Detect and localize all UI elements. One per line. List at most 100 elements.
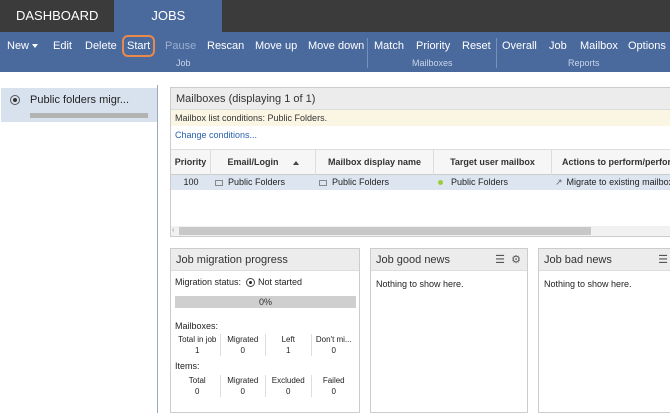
move-down-button[interactable]: Move down	[308, 38, 364, 54]
list-filter-icon[interactable]: ☰	[495, 254, 505, 266]
bad-news-empty: Nothing to show here.	[544, 279, 632, 289]
mailbox-icon	[319, 179, 327, 186]
status-dot-icon	[438, 180, 443, 186]
grid-header: Priority Email/Login Mailbox display nam…	[171, 149, 670, 175]
bad-news-header: Job bad news ☰	[539, 249, 670, 271]
change-conditions-link[interactable]: Change conditions...	[171, 126, 670, 144]
row-action-text: Migrate to existing mailbox	[566, 177, 670, 187]
stat-value: 0	[331, 387, 336, 396]
horizontal-scrollbar[interactable]: ‹	[171, 226, 670, 236]
new-button-label: New	[7, 40, 30, 52]
rescan-button[interactable]: Rescan	[207, 38, 244, 54]
stat-value: 0	[195, 387, 200, 396]
row-target: Public Folders	[438, 175, 552, 190]
items-stats-label: Items:	[175, 361, 200, 371]
stat-left: Left 1	[266, 334, 312, 356]
column-email-label: Email/Login	[227, 157, 279, 167]
bad-news-icons: ☰	[658, 249, 668, 271]
column-display-name[interactable]: Mailbox display name	[316, 150, 434, 175]
toolbar-divider	[367, 38, 368, 68]
job-good-news-panel: Job good news ☰ ⚙ Nothing to show here.	[370, 248, 528, 413]
mailboxes-grid: Priority Email/Login Mailbox display nam…	[171, 149, 670, 190]
column-target-mailbox[interactable]: Target user mailbox	[434, 150, 552, 175]
job-group-label: Job	[176, 58, 191, 68]
row-display-name-text: Public Folders	[332, 177, 390, 187]
stat-value: 1	[195, 346, 200, 355]
radio-selected-icon[interactable]	[10, 95, 20, 105]
job-report-button[interactable]: Job	[549, 38, 567, 54]
stat-label: Left	[281, 335, 295, 344]
stat-items-migrated: Migrated 0	[221, 375, 266, 397]
gear-icon[interactable]: ⚙	[511, 254, 521, 266]
migrate-arrow-icon: ↗	[555, 177, 563, 187]
stat-value: 1	[286, 346, 291, 355]
stat-label: Total in job	[178, 335, 217, 344]
stat-label: Migrated	[227, 376, 259, 385]
status-label: Migration status:	[175, 277, 242, 287]
column-email[interactable]: Email/Login	[211, 150, 316, 175]
job-progress-bar	[30, 113, 148, 118]
new-button[interactable]: New	[7, 38, 39, 54]
mailbox-conditions: Mailbox list conditions: Public Folders.	[171, 110, 670, 126]
stat-items-excluded: Excluded 0	[266, 375, 312, 397]
job-list-item[interactable]: Public folders migr...	[1, 88, 157, 122]
job-bad-news-panel: Job bad news ☰ Nothing to show here.	[538, 248, 670, 413]
row-action: ↗ Migrate to existing mailbox	[555, 175, 670, 190]
edit-button[interactable]: Edit	[53, 38, 72, 54]
sort-ascending-icon	[292, 160, 299, 165]
tab-dashboard[interactable]: DASHBOARD	[0, 0, 114, 32]
list-filter-icon[interactable]: ☰	[658, 254, 668, 266]
mailbox-report-button[interactable]: Mailbox	[580, 38, 618, 54]
bad-news-title: Job bad news	[544, 254, 612, 266]
progress-percent: 0%	[258, 297, 272, 307]
match-button[interactable]: Match	[374, 38, 404, 54]
overall-report-button[interactable]: Overall	[502, 38, 537, 54]
start-button[interactable]: Start	[122, 35, 156, 57]
stat-migrated: Migrated 0	[221, 334, 266, 356]
top-navigation: DASHBOARD JOBS	[0, 0, 670, 32]
stat-dont-migrate: Don't mi... 0	[312, 334, 357, 356]
delete-button[interactable]: Delete	[85, 38, 117, 54]
pause-button[interactable]: Pause	[165, 38, 196, 54]
options-button[interactable]: Options	[628, 38, 666, 54]
job-migration-progress-panel: Job migration progress Migration status:…	[170, 248, 360, 413]
column-priority[interactable]: Priority	[171, 150, 211, 175]
mailboxes-stats-label: Mailboxes:	[175, 321, 219, 331]
mailboxes-title: Mailboxes (displaying 1 of 1)	[171, 88, 670, 110]
stat-label: Excluded	[271, 376, 305, 385]
mailboxes-group-label: Mailboxes	[412, 58, 453, 68]
stat-total-in-job: Total in job 1	[175, 334, 221, 356]
stat-label: Failed	[322, 376, 345, 385]
toolbar-divider	[496, 38, 497, 68]
item-stats: Total 0 Migrated 0 Excluded 0 Failed 0	[175, 375, 356, 397]
column-actions[interactable]: Actions to perform/perform	[552, 150, 670, 175]
tab-jobs[interactable]: JOBS	[114, 0, 223, 32]
row-priority: 100	[183, 177, 199, 187]
reports-group-label: Reports	[568, 58, 600, 68]
move-up-button[interactable]: Move up	[255, 38, 297, 54]
stat-value: 0	[240, 387, 245, 396]
stat-label: Migrated	[227, 335, 259, 344]
row-target-text: Public Folders	[451, 177, 509, 187]
status-radio-icon	[246, 278, 256, 288]
migration-progress-bar: 0%	[175, 296, 356, 308]
toolbar: New Edit Delete Start Pause Rescan Move …	[0, 32, 670, 72]
reset-button[interactable]: Reset	[462, 38, 491, 54]
stat-value: 0	[331, 346, 336, 355]
good-news-empty: Nothing to show here.	[376, 279, 464, 289]
progress-title: Job migration progress	[171, 249, 359, 271]
stat-value: 0	[286, 387, 291, 396]
row-email-text: Public Folders	[228, 177, 286, 187]
good-news-icons: ☰ ⚙	[495, 249, 521, 271]
stat-items-failed: Failed 0	[312, 375, 357, 397]
scroll-left-icon[interactable]: ‹	[172, 226, 174, 236]
stat-items-total: Total 0	[175, 375, 221, 397]
scrollbar-thumb[interactable]	[179, 227, 591, 235]
table-row[interactable]: 100 Public Folders Public Folders Public…	[171, 175, 670, 190]
stat-label: Don't mi...	[315, 335, 352, 344]
migration-status: Migration status: Not started	[175, 277, 303, 288]
stat-value: 0	[240, 346, 245, 355]
priority-button[interactable]: Priority	[416, 38, 450, 54]
status-value: Not started	[258, 277, 303, 287]
chevron-down-icon	[32, 44, 39, 49]
